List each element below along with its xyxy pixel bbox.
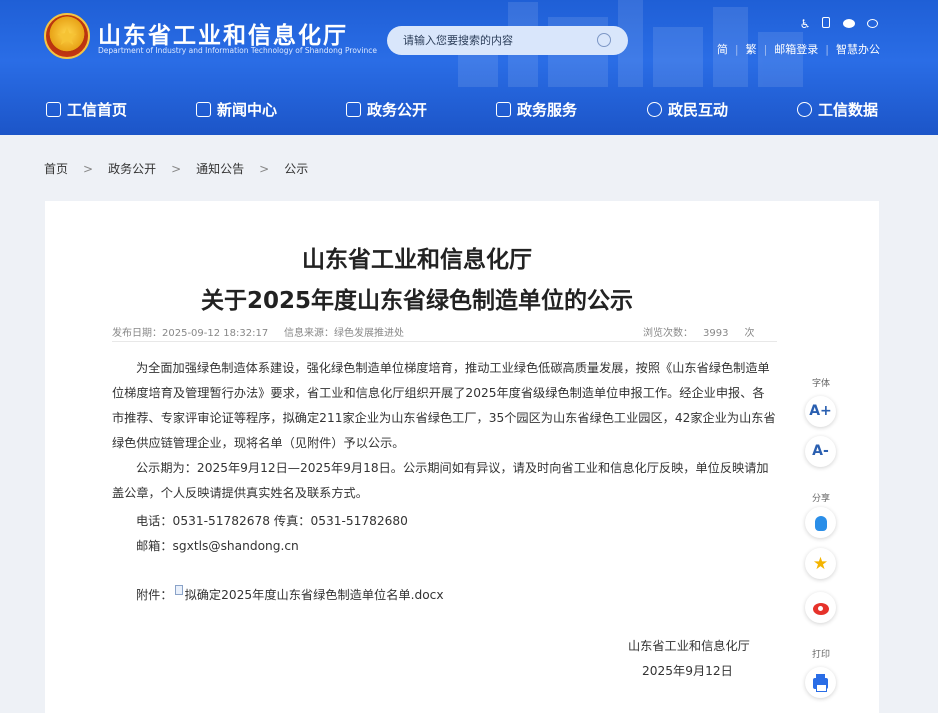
top-links: 简 | 繁 | 邮箱登录 | 智慧办公 [716, 41, 880, 57]
signer-org: 山东省工业和信息化厅 [628, 639, 750, 653]
monitor-icon [346, 102, 361, 117]
simplified-chinese-link[interactable]: 简 [717, 41, 728, 57]
font-decrease-button[interactable]: A- [805, 436, 836, 467]
nav-item-home[interactable]: 工信首页 [46, 90, 127, 130]
attachment-link[interactable]: 拟确定2025年度山东省绿色制造单位名单.docx [185, 588, 444, 602]
search-icon[interactable] [597, 33, 611, 47]
breadcrumb-publicity[interactable]: 公示 [284, 160, 308, 177]
news-icon [196, 102, 211, 117]
qq-icon [814, 516, 827, 531]
print-button[interactable] [805, 667, 836, 698]
smart-office-link[interactable]: 智慧办公 [836, 41, 880, 57]
main-nav: 工信首页 新闻中心 政务公开 政务服务 政民互动 工信数据 [0, 90, 938, 130]
wechat-icon[interactable] [842, 17, 856, 31]
nav-item-data[interactable]: 工信数据 [797, 90, 878, 130]
document-icon [174, 585, 183, 595]
weibo-icon[interactable] [865, 17, 879, 31]
nav-item-news[interactable]: 新闻中心 [196, 90, 277, 130]
mail-login-link[interactable]: 邮箱登录 [774, 41, 818, 57]
contact-phone: 电话：0531-51782678 传真：0531-51782680 [136, 514, 408, 528]
share-qzone-button[interactable]: ★ [805, 548, 836, 579]
breadcrumb-gov-affairs[interactable]: 政务公开 [108, 160, 156, 177]
contact-email: 邮箱：sgxtls@shandong.cn [136, 539, 299, 553]
info-source: 信息来源：绿色发展推进处 [284, 328, 404, 339]
breadcrumb: 首页 > 政务公开 > 通知公告 > 公示 [44, 160, 309, 177]
breadcrumb-home[interactable]: 首页 [44, 160, 68, 177]
mobile-icon[interactable] [819, 17, 833, 31]
site-subtitle: Department of Industry and Information T… [98, 46, 377, 55]
article-paragraph-2: 公示期为：2025年9月12日—2025年9月18日。公示期间如有异议，请及时向… [112, 461, 769, 500]
printer-icon [813, 674, 828, 692]
publish-date: 发布日期：2025-09-12 18:32:17 [112, 328, 269, 339]
star-icon: ★ [812, 554, 829, 574]
accessibility-icon[interactable]: ♿ [798, 17, 812, 31]
site-title[interactable]: 山东省工业和信息化厅 [98, 16, 348, 50]
meta-divider [112, 341, 777, 342]
font-increase-button[interactable]: A+ [805, 396, 836, 427]
view-count: 浏览次数： 3993 次 [643, 328, 755, 339]
national-emblem-logo[interactable] [44, 13, 90, 59]
font-size-label: 字体 [811, 379, 830, 389]
print-label: 打印 [811, 650, 830, 660]
chat-icon [647, 102, 662, 117]
search-box [387, 26, 628, 55]
share-weibo-button[interactable] [805, 592, 836, 623]
article-title-line1: 山东省工业和信息化厅 [302, 247, 532, 273]
attachment-row: 附件： 拟确定2025年度山东省绿色制造单位名单.docx [136, 585, 444, 603]
service-icon [496, 102, 511, 117]
database-icon [797, 102, 812, 117]
article-paragraph-1: 为全面加强绿色制造体系建设，强化绿色制造单位梯度培育，推动工业绿色低碳高质量发展… [112, 361, 776, 450]
traditional-chinese-link[interactable]: 繁 [746, 41, 757, 57]
home-icon [46, 102, 61, 117]
nav-item-gov-affairs[interactable]: 政务公开 [346, 90, 427, 130]
nav-item-gov-service[interactable]: 政务服务 [496, 90, 577, 130]
search-input[interactable] [403, 26, 593, 55]
nav-item-interaction[interactable]: 政民互动 [647, 90, 728, 130]
breadcrumb-notices[interactable]: 通知公告 [196, 160, 244, 177]
share-qq-button[interactable] [805, 507, 836, 538]
site-header: 山东省工业和信息化厅 Department of Industry and In… [0, 0, 938, 135]
share-label: 分享 [811, 494, 830, 504]
sign-date: 2025年9月12日 [642, 664, 733, 678]
article-title-line2: 关于2025年度山东省绿色制造单位的公示 [200, 288, 633, 314]
weibo-icon [812, 602, 829, 615]
